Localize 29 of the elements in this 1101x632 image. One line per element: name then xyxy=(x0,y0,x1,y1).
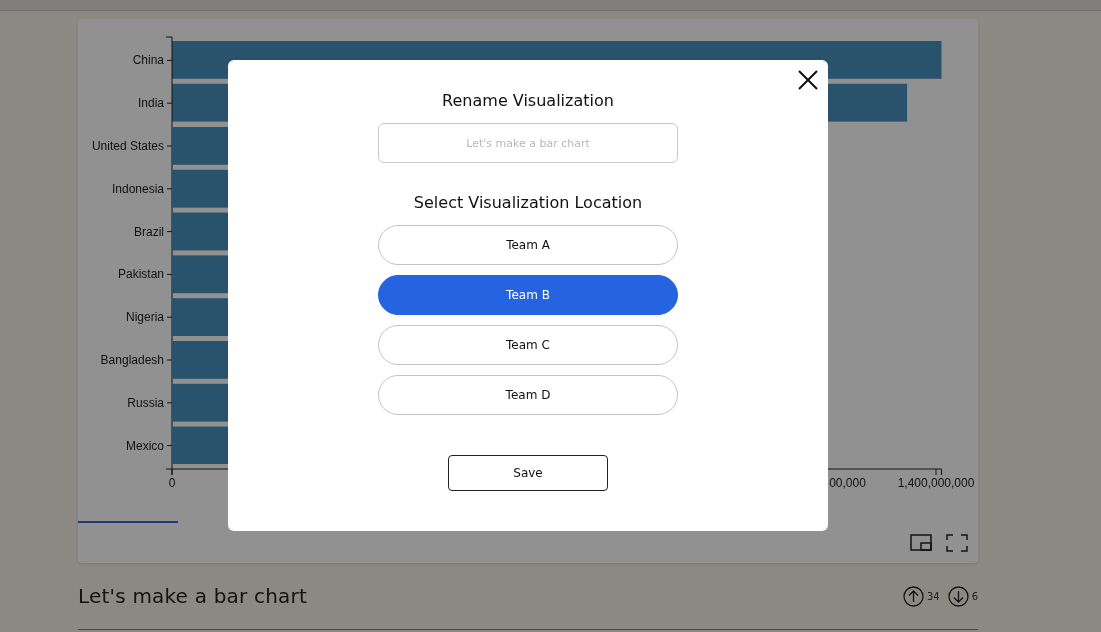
location-option[interactable]: Team C xyxy=(378,325,678,365)
axis-label: Brazil xyxy=(134,224,164,239)
axis-label: India xyxy=(137,96,164,111)
tick-label: 00,000 xyxy=(829,476,866,490)
axis-label: Bangladesh xyxy=(100,353,164,367)
downvote-icon[interactable] xyxy=(947,585,969,607)
vote-count: 34 xyxy=(926,590,940,602)
save-button[interactable]: Save xyxy=(448,455,608,491)
axis-label: Indonesia xyxy=(111,181,164,196)
fullscreen-icon[interactable] xyxy=(946,534,968,552)
axis-label: Mexico xyxy=(126,438,164,453)
dialog-heading: Rename Visualization xyxy=(442,90,614,112)
axis-label: United States xyxy=(91,139,164,153)
upvote-icon[interactable] xyxy=(902,585,924,607)
location-option[interactable]: Team B xyxy=(378,275,678,315)
axis-label: Russia xyxy=(127,395,164,410)
close-button[interactable] xyxy=(797,69,819,91)
location-option[interactable]: Team D xyxy=(378,375,678,415)
tick-label: 0 xyxy=(168,476,176,490)
dialog-heading: Select Visualization Location xyxy=(413,192,643,214)
axis-label: China xyxy=(132,53,164,68)
post-title: Let's make a bar chart xyxy=(78,584,308,608)
picture-in-picture-icon[interactable] xyxy=(910,534,932,552)
tick-label: 1,400,000,000 xyxy=(897,476,975,490)
vote-count: 6 xyxy=(971,590,978,602)
axis-label: Pakistan xyxy=(117,267,164,282)
axis-label: Nigeria xyxy=(126,310,164,325)
name-field[interactable]: Let's make a bar chart xyxy=(378,123,678,163)
location-option[interactable]: Team A xyxy=(378,225,678,265)
